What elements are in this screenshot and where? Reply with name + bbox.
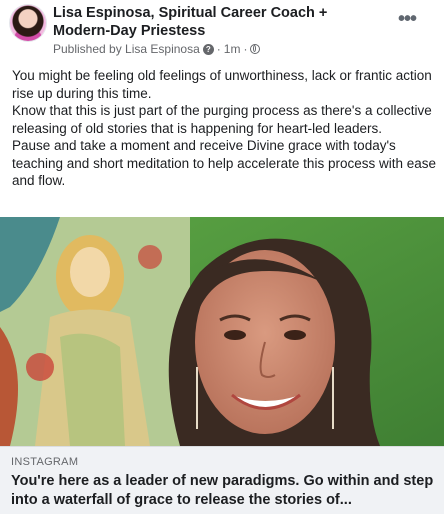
link-preview[interactable]: INSTAGRAM You're here as a leader of new… bbox=[0, 446, 444, 514]
link-source: INSTAGRAM bbox=[11, 456, 79, 468]
author-avatar[interactable] bbox=[10, 5, 46, 41]
post-body: You might be feeling old feelings of unw… bbox=[12, 67, 436, 190]
published-by: Published by Lisa Espinosa bbox=[53, 42, 200, 56]
question-mark-icon[interactable]: ? bbox=[202, 43, 214, 55]
photo-illustration bbox=[0, 217, 444, 446]
body-paragraph: Know that this is just part of the purgi… bbox=[12, 103, 432, 136]
author-name[interactable]: Lisa Espinosa, Spiritual Career Coach + … bbox=[53, 4, 383, 40]
post-meta: Published by Lisa Espinosa ? · 1m · bbox=[53, 42, 261, 56]
more-options-icon[interactable]: ••• bbox=[398, 9, 417, 29]
link-title[interactable]: You're here as a leader of new paradigms… bbox=[11, 472, 436, 510]
body-paragraph: You might be feeling old feelings of unw… bbox=[12, 68, 432, 101]
post-time[interactable]: 1m bbox=[224, 42, 241, 56]
body-paragraph: Pause and take a moment and receive Divi… bbox=[12, 138, 436, 188]
globe-icon bbox=[250, 44, 261, 54]
meta-separator: · bbox=[216, 42, 221, 56]
meta-separator-2: · bbox=[243, 42, 248, 56]
post-header: Lisa Espinosa, Spiritual Career Coach + … bbox=[0, 0, 444, 62]
post-image[interactable] bbox=[0, 217, 444, 446]
